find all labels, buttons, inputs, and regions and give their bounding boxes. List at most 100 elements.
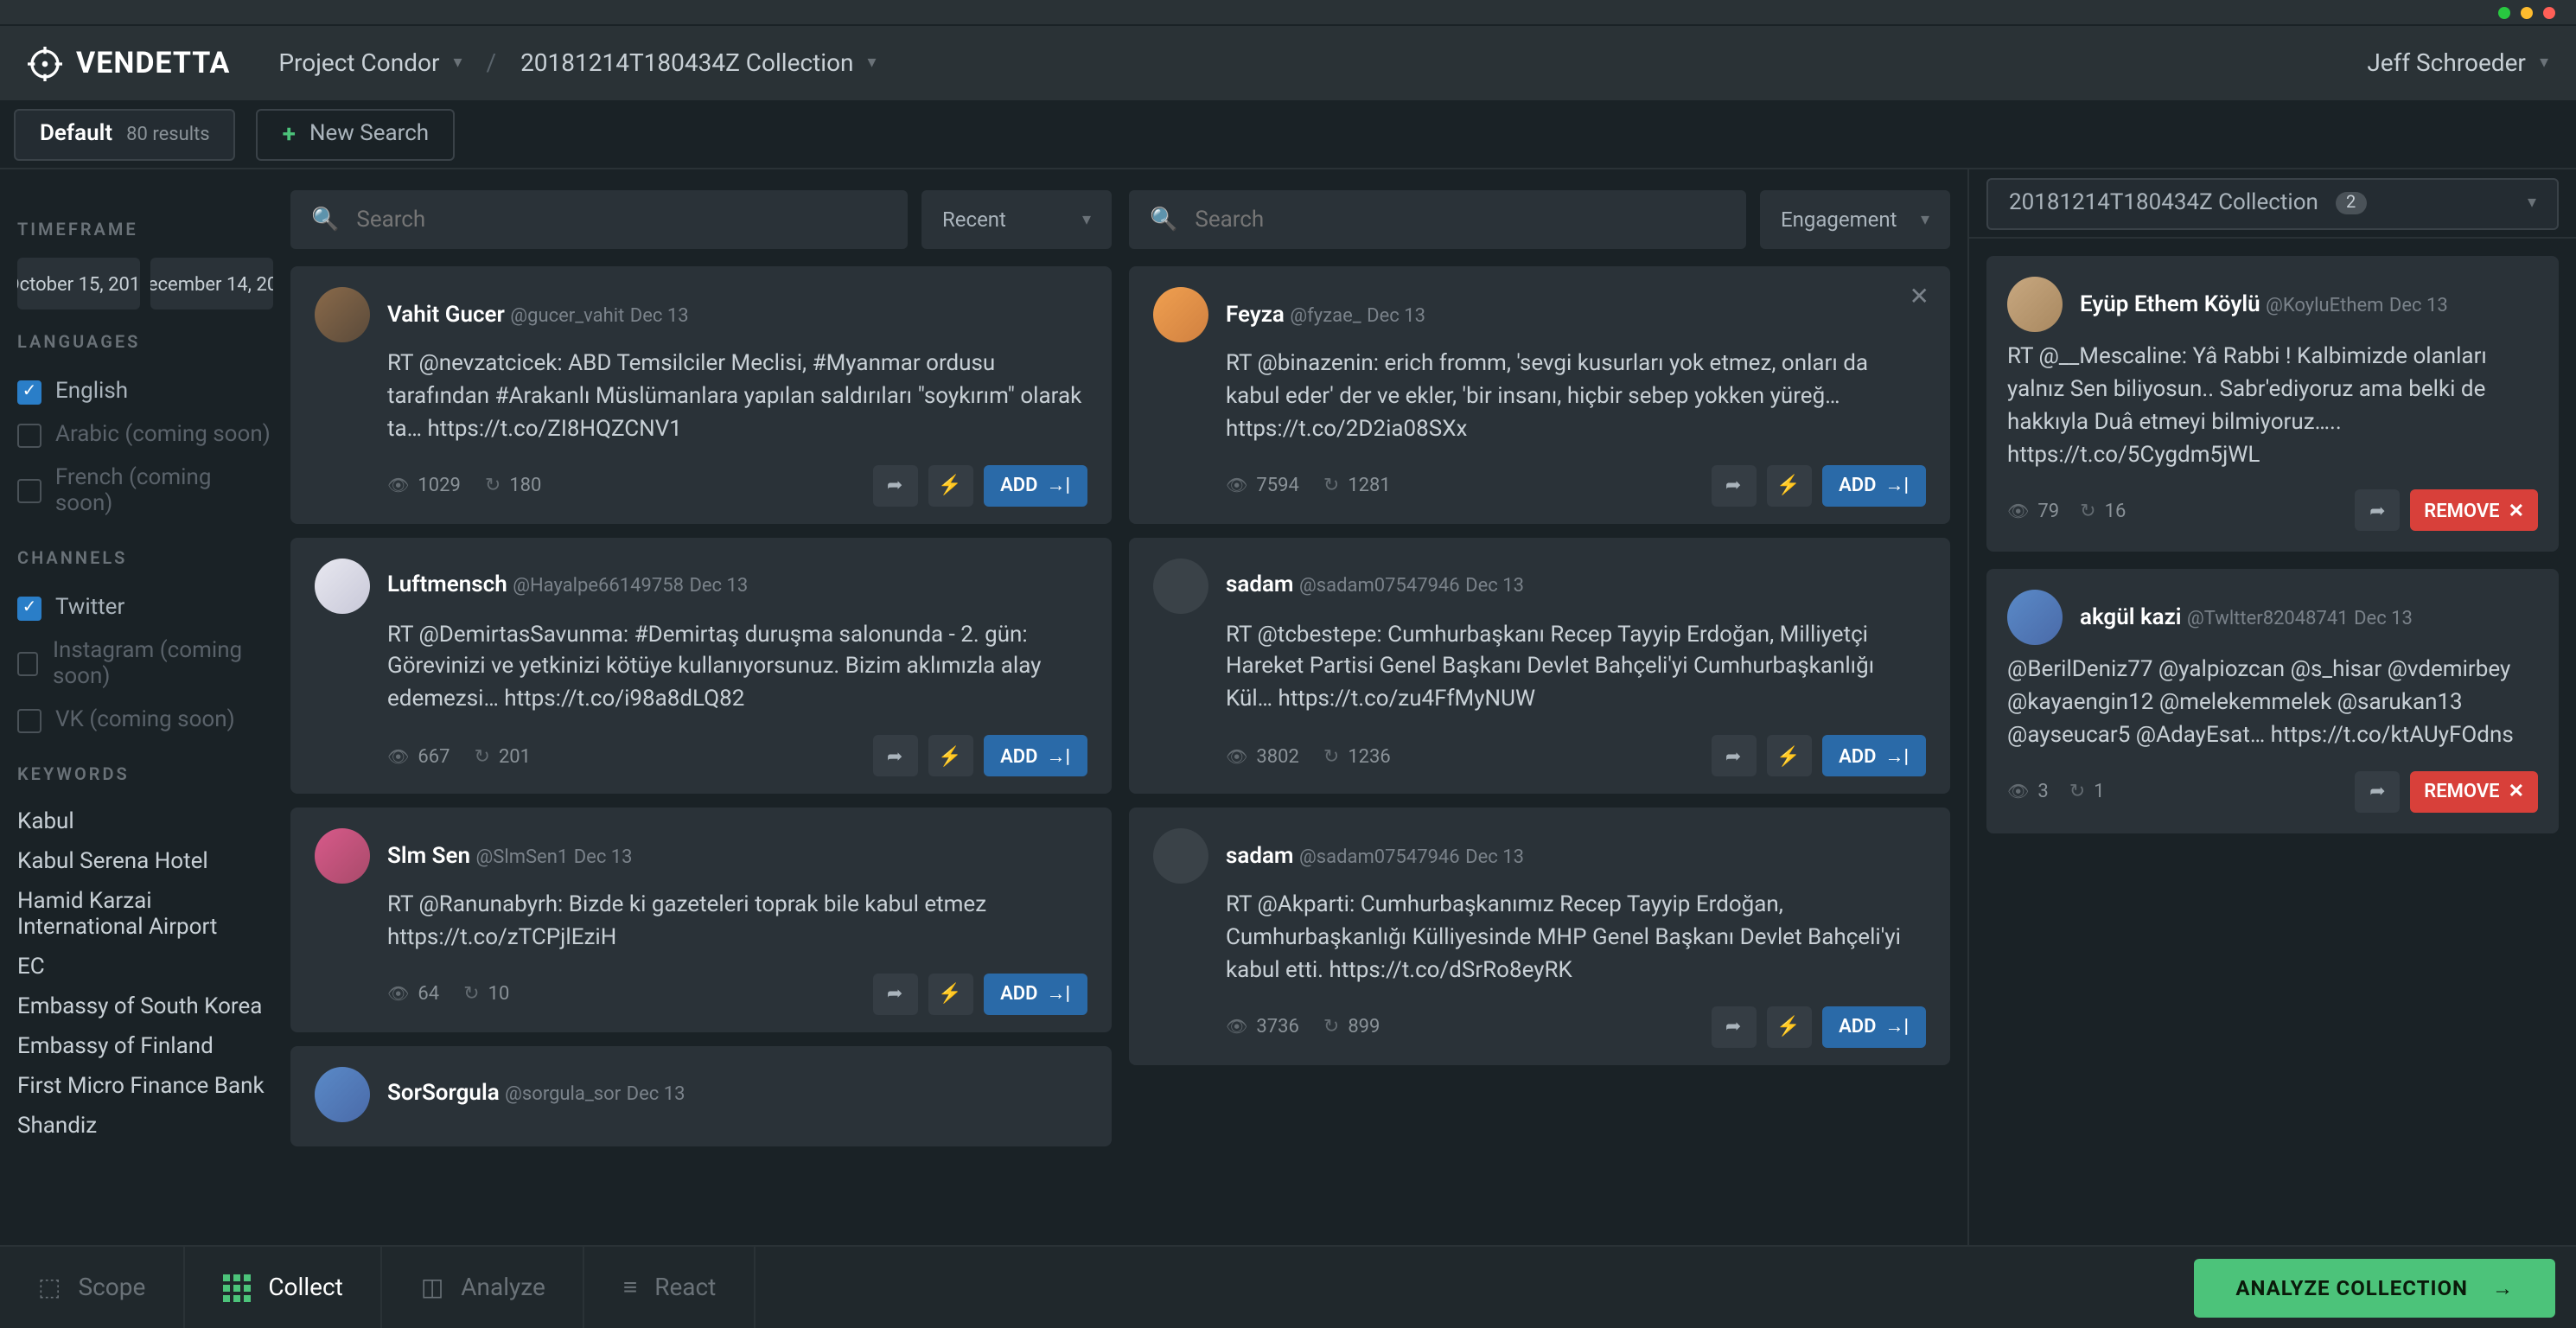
activity-button[interactable]: ⚡	[1766, 735, 1811, 776]
keyword-item[interactable]: Kabul Serena Hotel	[17, 842, 273, 882]
views-stat: 64	[387, 983, 439, 1006]
sort-dropdown-left[interactable]: Recent▾	[921, 190, 1112, 249]
breadcrumb-project[interactable]: Project Condor▾	[278, 49, 462, 77]
add-button[interactable]: ADD→|	[1821, 735, 1926, 776]
avatar	[1153, 828, 1208, 884]
eye-icon	[1226, 744, 1247, 767]
post-date: Dec 13	[574, 845, 633, 867]
retweets-stat: 201	[475, 744, 532, 767]
views-stat: 3736	[1226, 1015, 1299, 1038]
keyword-item[interactable]: Embassy of Finland	[17, 1027, 273, 1067]
add-button[interactable]: ADD→|	[1821, 1006, 1926, 1047]
tab-collect[interactable]: Collect	[185, 1247, 383, 1328]
collection-count-badge: 2	[2336, 192, 2366, 214]
checkbox-label: English	[55, 379, 128, 405]
eye-icon	[387, 744, 409, 767]
activity-button[interactable]: ⚡	[1766, 1006, 1811, 1047]
retweet-icon	[475, 744, 490, 767]
checkbox-label: VK (coming soon)	[55, 707, 235, 733]
share-button[interactable]: ➦	[2355, 490, 2400, 532]
retweets-stat: 899	[1323, 1015, 1380, 1038]
scope-icon: ⬚	[38, 1274, 61, 1301]
post-body: RT @Akparti: Cumhurbaşkanımız Recep Tayy…	[1153, 891, 1926, 988]
author-handle: @KoyluEthem	[2266, 293, 2383, 316]
search-input-left[interactable]: 🔍	[290, 190, 908, 249]
eye-icon	[1226, 1015, 1247, 1038]
window-max-dot[interactable]	[2521, 6, 2533, 18]
chevron-down-icon: ▾	[2540, 54, 2548, 73]
filter-checkbox[interactable]: Twitter	[17, 586, 273, 629]
window-titlebar	[0, 0, 2576, 24]
author-name: Eyüp Ethem Köylü	[2080, 291, 2260, 317]
post-body: RT @nevzatcicek: ABD Temsilciler Meclisi…	[315, 349, 1087, 447]
activity-button[interactable]: ⚡	[928, 464, 972, 506]
arrow-in-icon: →|	[1884, 1015, 1909, 1038]
retweet-icon	[2080, 500, 2095, 522]
author-name: SorSorgula	[387, 1082, 500, 1108]
date-from[interactable]: October 15, 2018	[17, 258, 140, 310]
add-button[interactable]: ADD→|	[1821, 464, 1926, 506]
keyword-item[interactable]: Embassy of South Korea	[17, 987, 273, 1027]
share-button[interactable]: ➦	[1711, 735, 1756, 776]
filter-checkbox[interactable]: English	[17, 370, 273, 413]
breadcrumb-collection[interactable]: 20181214T180434Z Collection▾	[520, 49, 877, 77]
eye-icon	[387, 983, 409, 1006]
activity-button[interactable]: ⚡	[1766, 464, 1811, 506]
activity-button[interactable]: ⚡	[928, 735, 972, 776]
avatar	[315, 1067, 370, 1122]
avatar	[2007, 277, 2063, 332]
sort-dropdown-right[interactable]: Engagement▾	[1760, 190, 1950, 249]
keyword-item[interactable]: Shandiz	[17, 1107, 273, 1146]
filter-checkbox: Arabic (coming soon)	[17, 413, 273, 456]
chevron-down-icon: ▾	[868, 54, 877, 73]
keyword-item[interactable]: EC	[17, 948, 273, 987]
window-min-dot[interactable]	[2498, 6, 2510, 18]
keyword-item[interactable]: Kabul	[17, 802, 273, 842]
search-input-right[interactable]: 🔍	[1129, 190, 1746, 249]
search-tab-default[interactable]: Default 80 results	[14, 108, 236, 160]
user-menu[interactable]: Jeff Schroeder▾	[2367, 49, 2548, 77]
keyword-item[interactable]: Hamid Karzai International Airport	[17, 882, 273, 948]
languages-title: LANGUAGES	[17, 334, 273, 353]
share-button[interactable]: ➦	[1711, 464, 1756, 506]
remove-button[interactable]: REMOVE✕	[2410, 771, 2538, 813]
keyword-item[interactable]: First Micro Finance Bank	[17, 1067, 273, 1107]
close-icon[interactable]: ✕	[1910, 284, 1929, 311]
arrow-in-icon: →|	[1884, 744, 1909, 767]
share-button[interactable]: ➦	[872, 735, 917, 776]
tab-analyze[interactable]: ◫Analyze	[383, 1247, 585, 1328]
share-button[interactable]: ➦	[1711, 1006, 1756, 1047]
share-button[interactable]: ➦	[872, 974, 917, 1015]
tab-react[interactable]: ≡React	[585, 1247, 756, 1328]
activity-button[interactable]: ⚡	[928, 974, 972, 1015]
new-search-button[interactable]: + New Search	[257, 108, 456, 160]
avatar	[1153, 558, 1208, 613]
avatar	[1153, 287, 1208, 342]
post-body: RT @DemirtasSavunma: #Demirtaş duruşma s…	[315, 620, 1087, 718]
analyze-collection-button[interactable]: ANALYZE COLLECTION→	[2194, 1258, 2555, 1317]
post-date: Dec 13	[2389, 293, 2448, 316]
add-button[interactable]: ADD→|	[983, 735, 1087, 776]
add-button[interactable]: ADD→|	[983, 974, 1087, 1015]
author-handle: @sorgula_sor	[505, 1083, 621, 1106]
window-close-dot[interactable]	[2543, 6, 2555, 18]
channels-title: CHANNELS	[17, 550, 273, 569]
share-button[interactable]: ➦	[872, 464, 917, 506]
arrow-in-icon: →|	[1046, 744, 1070, 767]
grid-icon	[223, 1274, 251, 1301]
retweets-stat: 1236	[1323, 744, 1391, 767]
checkbox	[17, 423, 41, 447]
tab-scope[interactable]: ⬚Scope	[0, 1247, 185, 1328]
timeframe-title: TIMEFRAME	[17, 221, 273, 240]
add-button[interactable]: ADD→|	[983, 464, 1087, 506]
author-name: Vahit Gucer	[387, 302, 505, 328]
remove-button[interactable]: REMOVE✕	[2410, 490, 2538, 532]
share-button[interactable]: ➦	[2355, 771, 2400, 813]
author-handle: @Hayalpe66149758	[513, 574, 684, 597]
date-to[interactable]: December 14, 201	[150, 258, 273, 310]
retweet-icon	[1323, 1015, 1339, 1038]
search-icon: 🔍	[1150, 207, 1177, 233]
filters-sidebar: TIMEFRAME October 15, 2018 December 14, …	[0, 169, 290, 1245]
collection-dropdown[interactable]: 20181214T180434Z Collection 2 ▾	[1986, 177, 2559, 229]
analyze-icon: ◫	[421, 1274, 443, 1301]
